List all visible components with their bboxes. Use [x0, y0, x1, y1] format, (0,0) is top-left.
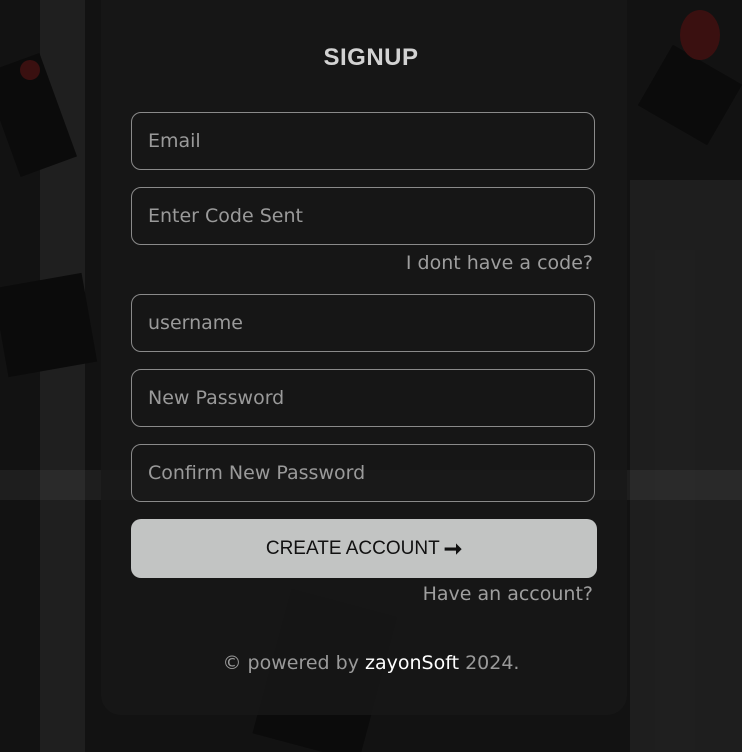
create-account-button[interactable]: CREATE ACCOUNT ➞	[131, 519, 597, 578]
new-password-field[interactable]	[132, 370, 594, 426]
arrow-right-icon: ➞	[443, 535, 463, 561]
confirm-password-field-box	[131, 444, 595, 502]
create-account-label: CREATE ACCOUNT	[265, 537, 440, 559]
code-field[interactable]	[132, 188, 594, 244]
have-account-link[interactable]: Have an account?	[423, 583, 593, 605]
signup-card	[101, 0, 627, 715]
new-password-field-box	[131, 369, 595, 427]
email-field[interactable]	[132, 113, 594, 169]
footer-prefix: © powered by	[222, 652, 359, 674]
footer-year: 2024.	[465, 652, 520, 674]
no-code-link[interactable]: I dont have a code?	[406, 252, 593, 274]
footer-brand: zayonSoft	[365, 652, 460, 674]
confirm-password-field[interactable]	[132, 445, 594, 501]
footer: © powered by zayonSoft 2024.	[0, 652, 742, 674]
username-field-box	[131, 294, 595, 352]
code-field-box	[131, 187, 595, 245]
email-field-box	[131, 112, 595, 170]
page-title: SIGNUP	[323, 44, 419, 71]
username-field[interactable]	[132, 295, 594, 351]
